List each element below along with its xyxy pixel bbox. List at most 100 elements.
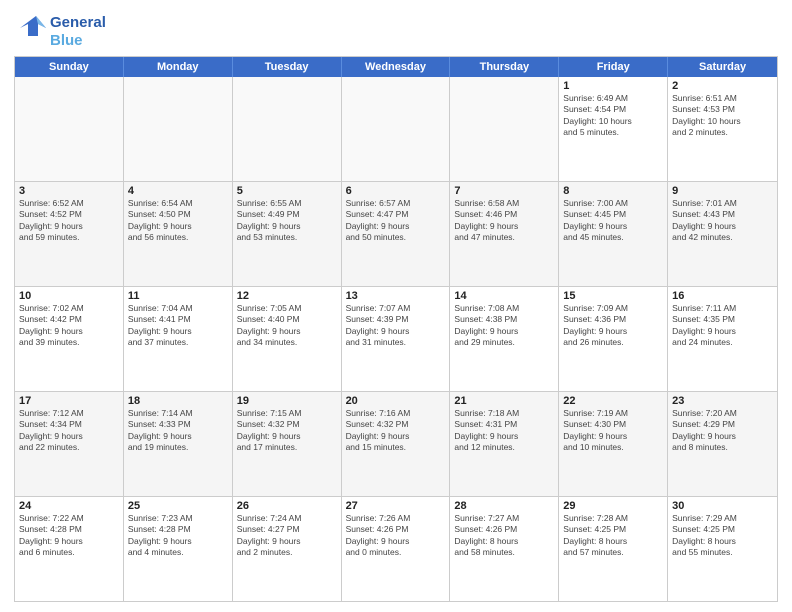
day-number: 23: [672, 395, 773, 407]
day-info: Sunrise: 6:51 AM Sunset: 4:53 PM Dayligh…: [672, 93, 773, 139]
calendar-body: 1Sunrise: 6:49 AM Sunset: 4:54 PM Daylig…: [15, 77, 777, 601]
day-number: 26: [237, 500, 337, 512]
day-info: Sunrise: 7:22 AM Sunset: 4:28 PM Dayligh…: [19, 513, 119, 559]
day-number: 13: [346, 290, 446, 302]
day-info: Sunrise: 6:49 AM Sunset: 4:54 PM Dayligh…: [563, 93, 663, 139]
logo-general-text: General: [50, 14, 106, 31]
cal-row-3: 17Sunrise: 7:12 AM Sunset: 4:34 PM Dayli…: [15, 391, 777, 496]
cal-cell-r2-c2: 12Sunrise: 7:05 AM Sunset: 4:40 PM Dayli…: [233, 287, 342, 391]
cal-cell-r1-c3: 6Sunrise: 6:57 AM Sunset: 4:47 PM Daylig…: [342, 182, 451, 286]
day-info: Sunrise: 7:28 AM Sunset: 4:25 PM Dayligh…: [563, 513, 663, 559]
day-info: Sunrise: 7:09 AM Sunset: 4:36 PM Dayligh…: [563, 303, 663, 349]
cal-cell-r2-c0: 10Sunrise: 7:02 AM Sunset: 4:42 PM Dayli…: [15, 287, 124, 391]
cal-cell-r4-c5: 29Sunrise: 7:28 AM Sunset: 4:25 PM Dayli…: [559, 497, 668, 601]
day-info: Sunrise: 6:54 AM Sunset: 4:50 PM Dayligh…: [128, 198, 228, 244]
day-number: 8: [563, 185, 663, 197]
cal-cell-r0-c0: [15, 77, 124, 181]
cal-cell-r0-c2: [233, 77, 342, 181]
cal-cell-r1-c6: 9Sunrise: 7:01 AM Sunset: 4:43 PM Daylig…: [668, 182, 777, 286]
cal-cell-r4-c1: 25Sunrise: 7:23 AM Sunset: 4:28 PM Dayli…: [124, 497, 233, 601]
day-info: Sunrise: 7:29 AM Sunset: 4:25 PM Dayligh…: [672, 513, 773, 559]
day-number: 28: [454, 500, 554, 512]
logo: GeneralBlue: [14, 14, 106, 50]
cal-cell-r4-c3: 27Sunrise: 7:26 AM Sunset: 4:26 PM Dayli…: [342, 497, 451, 601]
cal-header-sunday: Sunday: [15, 57, 124, 77]
cal-header-thursday: Thursday: [450, 57, 559, 77]
page: GeneralBlue SundayMondayTuesdayWednesday…: [0, 0, 792, 612]
day-info: Sunrise: 7:19 AM Sunset: 4:30 PM Dayligh…: [563, 408, 663, 454]
day-info: Sunrise: 7:12 AM Sunset: 4:34 PM Dayligh…: [19, 408, 119, 454]
day-info: Sunrise: 7:02 AM Sunset: 4:42 PM Dayligh…: [19, 303, 119, 349]
cal-row-2: 10Sunrise: 7:02 AM Sunset: 4:42 PM Dayli…: [15, 286, 777, 391]
day-number: 10: [19, 290, 119, 302]
day-info: Sunrise: 6:57 AM Sunset: 4:47 PM Dayligh…: [346, 198, 446, 244]
day-number: 19: [237, 395, 337, 407]
day-info: Sunrise: 7:11 AM Sunset: 4:35 PM Dayligh…: [672, 303, 773, 349]
cal-cell-r3-c1: 18Sunrise: 7:14 AM Sunset: 4:33 PM Dayli…: [124, 392, 233, 496]
day-number: 4: [128, 185, 228, 197]
day-info: Sunrise: 7:01 AM Sunset: 4:43 PM Dayligh…: [672, 198, 773, 244]
day-number: 15: [563, 290, 663, 302]
day-info: Sunrise: 7:04 AM Sunset: 4:41 PM Dayligh…: [128, 303, 228, 349]
day-info: Sunrise: 7:14 AM Sunset: 4:33 PM Dayligh…: [128, 408, 228, 454]
day-number: 1: [563, 80, 663, 92]
day-number: 17: [19, 395, 119, 407]
day-info: Sunrise: 7:20 AM Sunset: 4:29 PM Dayligh…: [672, 408, 773, 454]
day-info: Sunrise: 6:58 AM Sunset: 4:46 PM Dayligh…: [454, 198, 554, 244]
day-number: 29: [563, 500, 663, 512]
header: GeneralBlue: [14, 10, 778, 50]
calendar: SundayMondayTuesdayWednesdayThursdayFrid…: [14, 56, 778, 602]
day-number: 21: [454, 395, 554, 407]
cal-cell-r0-c1: [124, 77, 233, 181]
cal-header-friday: Friday: [559, 57, 668, 77]
day-number: 16: [672, 290, 773, 302]
day-number: 24: [19, 500, 119, 512]
cal-cell-r0-c6: 2Sunrise: 6:51 AM Sunset: 4:53 PM Daylig…: [668, 77, 777, 181]
day-info: Sunrise: 7:27 AM Sunset: 4:26 PM Dayligh…: [454, 513, 554, 559]
day-info: Sunrise: 7:26 AM Sunset: 4:26 PM Dayligh…: [346, 513, 446, 559]
day-info: Sunrise: 7:18 AM Sunset: 4:31 PM Dayligh…: [454, 408, 554, 454]
cal-cell-r1-c5: 8Sunrise: 7:00 AM Sunset: 4:45 PM Daylig…: [559, 182, 668, 286]
cal-cell-r1-c1: 4Sunrise: 6:54 AM Sunset: 4:50 PM Daylig…: [124, 182, 233, 286]
cal-row-1: 3Sunrise: 6:52 AM Sunset: 4:52 PM Daylig…: [15, 181, 777, 286]
day-number: 25: [128, 500, 228, 512]
cal-cell-r3-c5: 22Sunrise: 7:19 AM Sunset: 4:30 PM Dayli…: [559, 392, 668, 496]
cal-cell-r1-c2: 5Sunrise: 6:55 AM Sunset: 4:49 PM Daylig…: [233, 182, 342, 286]
day-number: 7: [454, 185, 554, 197]
cal-cell-r2-c3: 13Sunrise: 7:07 AM Sunset: 4:39 PM Dayli…: [342, 287, 451, 391]
cal-cell-r2-c4: 14Sunrise: 7:08 AM Sunset: 4:38 PM Dayli…: [450, 287, 559, 391]
day-info: Sunrise: 7:05 AM Sunset: 4:40 PM Dayligh…: [237, 303, 337, 349]
day-info: Sunrise: 7:16 AM Sunset: 4:32 PM Dayligh…: [346, 408, 446, 454]
logo-blue-text: Blue: [50, 32, 83, 49]
day-number: 27: [346, 500, 446, 512]
day-number: 14: [454, 290, 554, 302]
day-info: Sunrise: 7:07 AM Sunset: 4:39 PM Dayligh…: [346, 303, 446, 349]
day-info: Sunrise: 6:55 AM Sunset: 4:49 PM Dayligh…: [237, 198, 337, 244]
day-info: Sunrise: 7:00 AM Sunset: 4:45 PM Dayligh…: [563, 198, 663, 244]
cal-header-saturday: Saturday: [668, 57, 777, 77]
cal-cell-r0-c5: 1Sunrise: 6:49 AM Sunset: 4:54 PM Daylig…: [559, 77, 668, 181]
cal-cell-r4-c2: 26Sunrise: 7:24 AM Sunset: 4:27 PM Dayli…: [233, 497, 342, 601]
calendar-header: SundayMondayTuesdayWednesdayThursdayFrid…: [15, 57, 777, 77]
cal-header-wednesday: Wednesday: [342, 57, 451, 77]
day-info: Sunrise: 7:23 AM Sunset: 4:28 PM Dayligh…: [128, 513, 228, 559]
day-info: Sunrise: 7:24 AM Sunset: 4:27 PM Dayligh…: [237, 513, 337, 559]
cal-header-tuesday: Tuesday: [233, 57, 342, 77]
cal-cell-r4-c6: 30Sunrise: 7:29 AM Sunset: 4:25 PM Dayli…: [668, 497, 777, 601]
day-number: 22: [563, 395, 663, 407]
day-number: 11: [128, 290, 228, 302]
cal-cell-r0-c4: [450, 77, 559, 181]
cal-cell-r3-c2: 19Sunrise: 7:15 AM Sunset: 4:32 PM Dayli…: [233, 392, 342, 496]
day-number: 5: [237, 185, 337, 197]
cal-row-0: 1Sunrise: 6:49 AM Sunset: 4:54 PM Daylig…: [15, 77, 777, 181]
day-number: 12: [237, 290, 337, 302]
cal-header-monday: Monday: [124, 57, 233, 77]
cal-cell-r4-c4: 28Sunrise: 7:27 AM Sunset: 4:26 PM Dayli…: [450, 497, 559, 601]
day-number: 2: [672, 80, 773, 92]
cal-cell-r2-c1: 11Sunrise: 7:04 AM Sunset: 4:41 PM Dayli…: [124, 287, 233, 391]
logo-svg: [14, 14, 50, 50]
day-info: Sunrise: 7:15 AM Sunset: 4:32 PM Dayligh…: [237, 408, 337, 454]
day-number: 6: [346, 185, 446, 197]
cal-cell-r3-c6: 23Sunrise: 7:20 AM Sunset: 4:29 PM Dayli…: [668, 392, 777, 496]
cal-cell-r3-c3: 20Sunrise: 7:16 AM Sunset: 4:32 PM Dayli…: [342, 392, 451, 496]
